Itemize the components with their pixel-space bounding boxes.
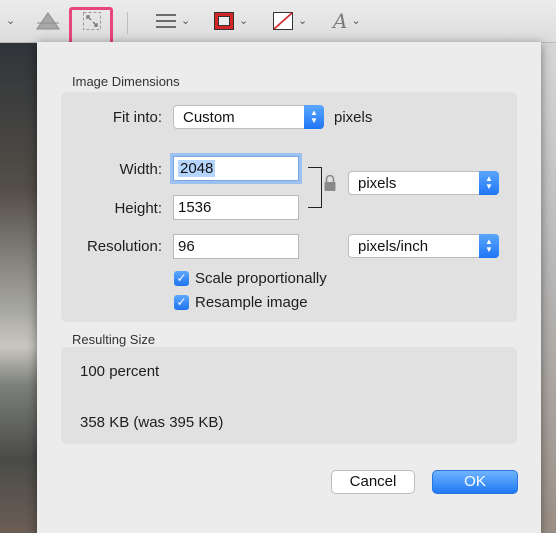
fit-into-popup[interactable]: Custom ▲ ▼ (173, 105, 324, 129)
fit-into-label: Fit into: (112, 109, 162, 126)
fill-color-button[interactable]: ⌄ (272, 10, 307, 32)
fill-color-icon (273, 12, 293, 30)
chevron-down-icon: ⌄ (181, 14, 191, 27)
chevron-down-icon: ⌄ (298, 14, 308, 27)
chevron-down-icon: ⌄ (6, 14, 16, 27)
scale-proportionally-checkbox[interactable]: ✓ (174, 271, 189, 286)
text-style-button[interactable]: A ⌄ (333, 9, 361, 33)
size-unit-value: pixels (358, 175, 397, 192)
resolution-label: Resolution: (86, 238, 162, 255)
width-value: 2048 (178, 160, 216, 177)
height-field[interactable]: 1536 (173, 195, 299, 220)
cancel-button[interactable]: Cancel (331, 470, 415, 494)
resolution-field[interactable]: 96 (173, 234, 299, 259)
fit-into-value: Custom (183, 109, 235, 126)
chevron-down-icon: ⌄ (239, 14, 249, 27)
image-dimensions-title: Image Dimensions (72, 74, 180, 89)
adjust-color-icon (36, 12, 60, 30)
chevron-down-icon: ⌄ (351, 14, 361, 27)
adjust-size-dialog: Image Dimensions Fit into: Custom ▲ ▼ pix… (37, 42, 541, 533)
resample-image-checkbox[interactable]: ✓ (174, 295, 189, 310)
resulting-size-title: Resulting Size (72, 332, 156, 347)
scale-proportionally-label[interactable]: Scale proportionally (195, 270, 327, 287)
resulting-percent: 100 percent (80, 363, 160, 380)
width-field[interactable]: 2048 (173, 156, 299, 181)
fit-into-unit: pixels (334, 109, 373, 126)
ok-button[interactable]: OK (432, 470, 518, 494)
text-style-icon: A (333, 9, 348, 33)
popup-stepper-icon: ▲ ▼ (479, 171, 499, 195)
adjust-color-button[interactable] (34, 10, 62, 32)
shape-style-icon (156, 14, 176, 28)
background-photo-left (0, 42, 37, 533)
proportion-bracket (308, 167, 322, 208)
resample-image-label[interactable]: Resample image (195, 294, 308, 311)
resolution-unit-popup[interactable]: pixels/inch ▲ ▼ (348, 234, 499, 258)
toolbar-divider (127, 12, 128, 34)
lock-icon[interactable] (323, 174, 337, 192)
border-color-button[interactable]: ⌄ (213, 10, 248, 32)
height-label: Height: (114, 200, 162, 217)
popup-stepper-icon: ▲ ▼ (479, 234, 499, 258)
toolbar-chevron-left[interactable]: ⌄ (2, 10, 15, 32)
width-label: Width: (119, 161, 162, 178)
border-color-icon (214, 12, 234, 30)
markup-toolbar: ⌄ ⌄ ⌄ ⌄ A ⌄ (0, 0, 556, 49)
popup-stepper-icon: ▲ ▼ (304, 105, 324, 129)
height-value: 1536 (178, 199, 212, 216)
shape-style-button[interactable]: ⌄ (155, 10, 190, 32)
size-unit-popup[interactable]: pixels ▲ ▼ (348, 171, 499, 195)
background-photo-right (541, 42, 556, 533)
resolution-unit-value: pixels/inch (358, 238, 429, 255)
resulting-file-size: 358 KB (was 395 KB) (80, 414, 224, 431)
resolution-value: 96 (178, 238, 195, 255)
